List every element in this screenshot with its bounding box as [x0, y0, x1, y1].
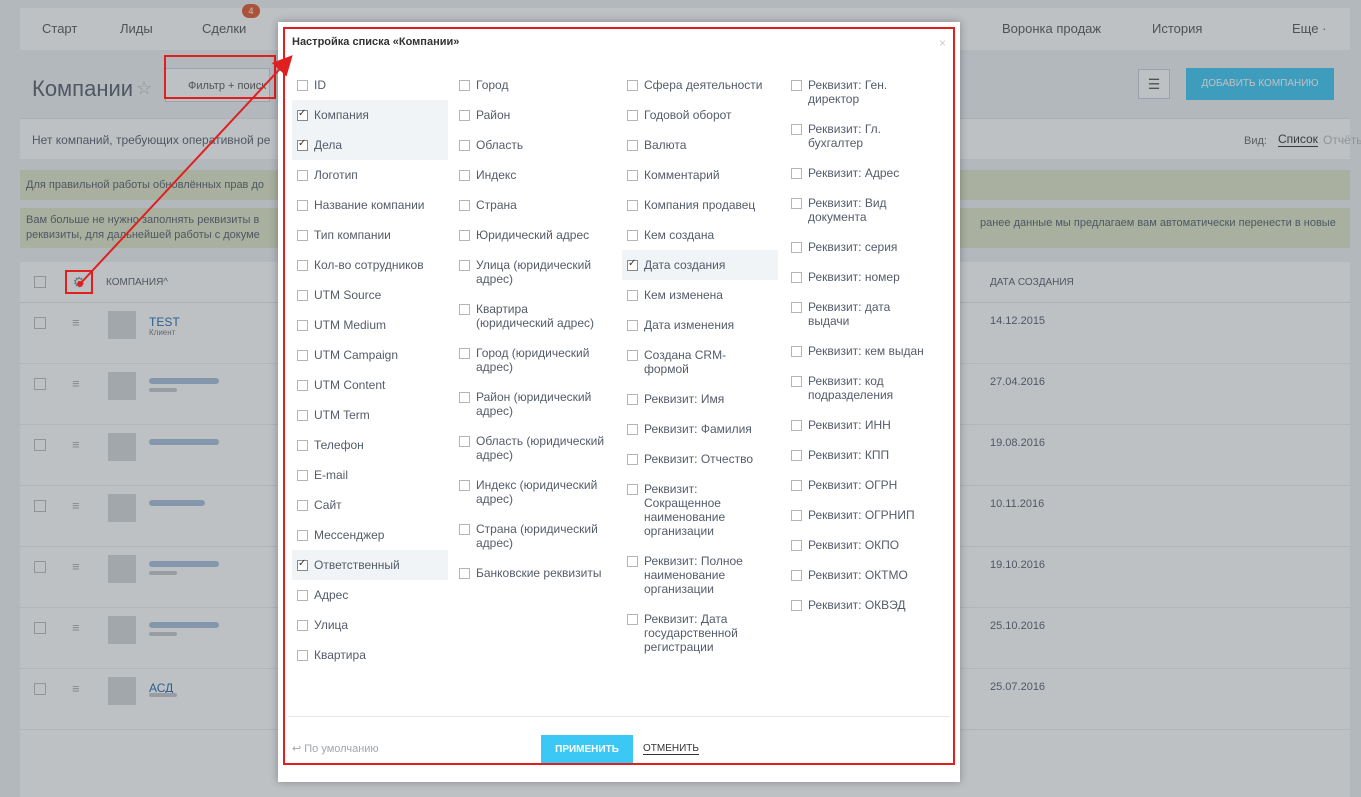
annotation-box-gear: [65, 270, 93, 294]
annotation-box-filter: [164, 55, 276, 99]
annotation-box-dialog: [283, 27, 955, 765]
